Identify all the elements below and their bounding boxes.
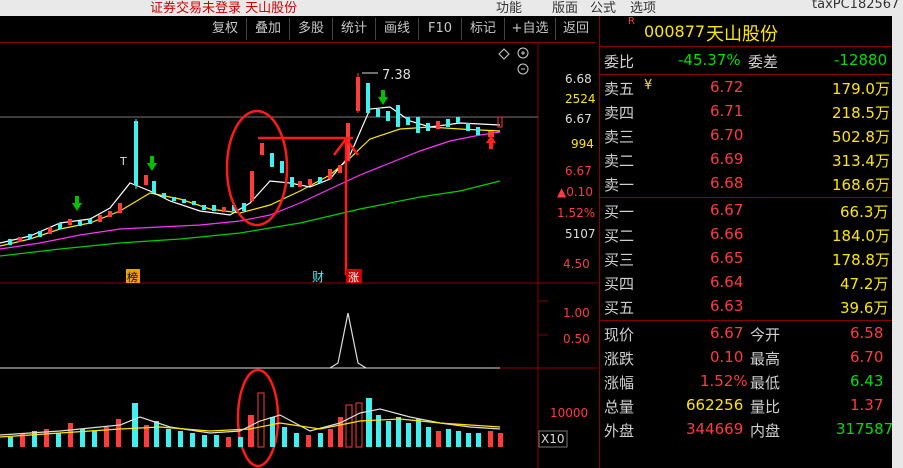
chart-toolbar: 复权 叠加 多股 统计 画线 F10 标记 +自选 返回 — [0, 16, 596, 43]
overlay-button[interactable]: 叠加 — [247, 18, 290, 40]
draw-line-button[interactable]: 画线 — [376, 18, 419, 40]
stat-row: 现价 6.67 今开 6.58 — [604, 324, 884, 344]
quote-panel: R 000877 天山股份 委比 -45.37% 委差 -12880 卖五 ¥ … — [599, 16, 903, 468]
weibi-label: 委比 — [604, 53, 635, 71]
t-marker-icon: T — [119, 155, 127, 168]
kline-chart[interactable]: T 7.38 榜 财 涨 6.68 2524 6.67 994 6.67 ▲0.… — [0, 43, 598, 468]
top-menu-bar: 证券交易未登录 天山股份 功能 版面 公式 选项 taxPC182567 — [0, 0, 903, 16]
price-axis-label: 5107 — [565, 227, 596, 241]
bid-row[interactable]: 买一 6.67 66.3万 — [600, 199, 903, 223]
yen-icon: ¥ — [644, 78, 653, 93]
multi-stock-button[interactable]: 多股 — [290, 18, 333, 40]
price-axis-label: 2524 — [565, 92, 596, 106]
back-button[interactable]: 返回 — [556, 18, 596, 40]
menu-item-function[interactable]: 功能 — [496, 0, 522, 16]
add-watchlist-button[interactable]: +自选 — [505, 18, 556, 40]
high-price-label: 7.38 — [382, 68, 411, 83]
indicator-axis-label: 1.00 — [563, 306, 590, 320]
stat-row: 外盘 344669 内盘 317587 — [604, 420, 894, 440]
fuquan-button[interactable]: 复权 — [204, 18, 247, 40]
bid-row[interactable]: 买五 6.63 39.6万 — [600, 295, 903, 319]
ask-row[interactable]: 卖四 6.71 218.5万 — [600, 100, 903, 124]
user-id: taxPC182567 — [812, 0, 900, 12]
stock-name: 天山股份 — [706, 24, 778, 45]
indicator-axis-label: 0.50 — [563, 332, 590, 346]
stat-row: 总量 662256 量比 1.37 — [604, 396, 884, 416]
price-axis-label: 6.67 — [565, 164, 592, 178]
order-ratio-row: 委比 -45.37% 委差 -12880 — [600, 49, 903, 73]
event-marker-finance[interactable]: 财 — [312, 270, 324, 284]
ask-row[interactable]: 卖一 6.68 168.6万 — [600, 172, 903, 196]
stock-header: R 000877 天山股份 — [600, 16, 903, 45]
price-axis-label: ▲0.10 — [557, 185, 593, 199]
ask-row[interactable]: 卖三 6.70 502.8万 — [600, 124, 903, 148]
price-axis-label: 994 — [571, 137, 594, 151]
bid-row[interactable]: 买三 6.65 178.8万 — [600, 247, 903, 271]
svg-text:涨: 涨 — [348, 271, 359, 284]
weibi-value: -45.37% — [678, 51, 741, 69]
event-marker-rank[interactable]: 榜 — [126, 269, 140, 284]
mark-button[interactable]: 标记 — [462, 18, 505, 40]
bid-row[interactable]: 买二 6.66 184.0万 — [600, 223, 903, 247]
weicha-value: -12880 — [834, 51, 888, 69]
ask-row[interactable]: 卖二 6.69 313.4万 — [600, 148, 903, 172]
menu-item-layout[interactable]: 版面 — [552, 0, 578, 16]
volume-axis-label: 10000 — [550, 406, 588, 420]
volume-unit-label: X10 — [541, 432, 565, 446]
price-axis-label: 1.52% — [557, 206, 595, 220]
svg-text:财: 财 — [312, 270, 324, 284]
menu-item-options[interactable]: 选项 — [630, 0, 656, 16]
price-axis-label: 6.68 — [565, 72, 592, 86]
svg-text:榜: 榜 — [127, 270, 138, 284]
event-marker-rise[interactable]: 涨 — [346, 269, 362, 284]
bid-row[interactable]: 买四 6.64 47.2万 — [600, 271, 903, 295]
price-axis-label: 4.50 — [563, 257, 590, 271]
f10-button[interactable]: F10 — [419, 18, 462, 40]
weicha-label: 委差 — [748, 53, 779, 71]
rights-badge: R — [628, 16, 635, 27]
stat-row: 涨幅 1.52% 最低 6.43 — [604, 372, 884, 392]
side-scroll-strip[interactable] — [892, 16, 903, 468]
stat-row: 涨跌 0.10 最高 6.70 — [604, 348, 884, 368]
menu-item-formula[interactable]: 公式 — [590, 0, 616, 16]
statistics-button[interactable]: 统计 — [333, 18, 376, 40]
stock-code: 000877 — [644, 22, 706, 41]
svg-text:T: T — [119, 155, 127, 168]
price-axis-label: 6.67 — [565, 112, 592, 126]
ask-row[interactable]: 卖五 ¥ 6.72 179.0万 — [600, 76, 903, 100]
status-text: 证券交易未登录 天山股份 — [150, 1, 298, 16]
